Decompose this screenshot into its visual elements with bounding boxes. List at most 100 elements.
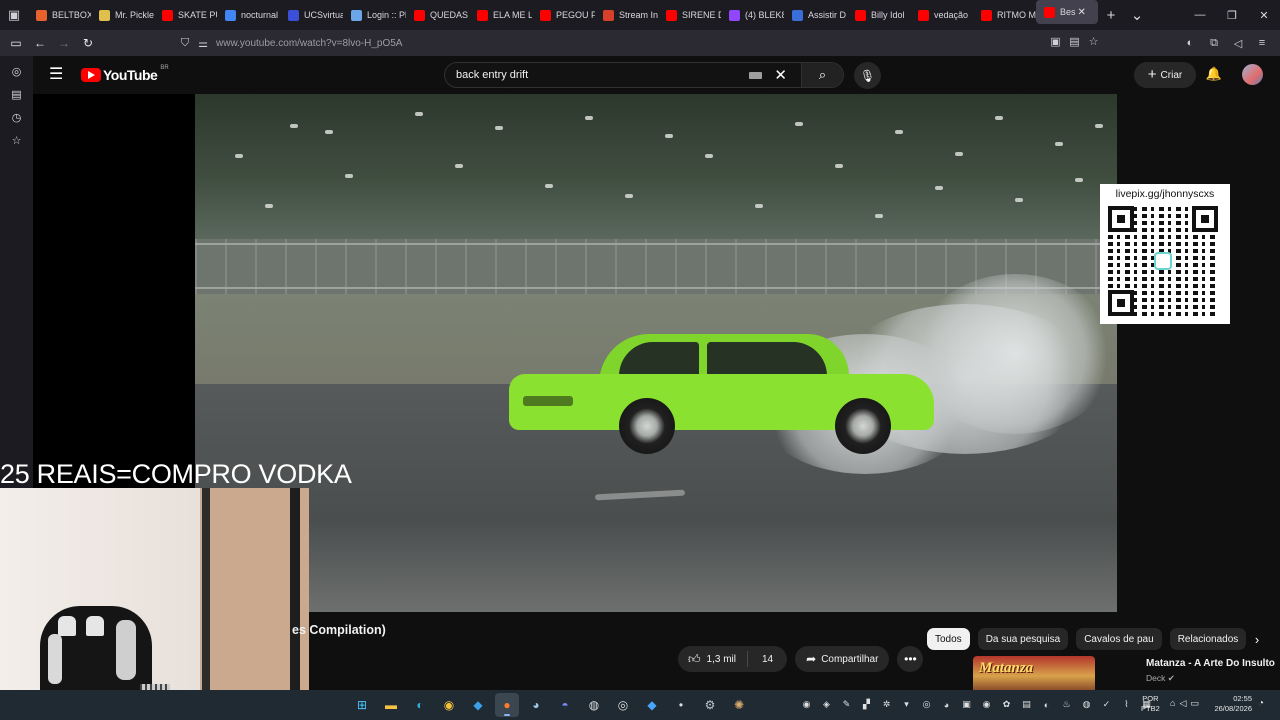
notifications-bell-icon[interactable]: 🔔 [1205,65,1223,83]
tray-icon[interactable]: ⌇ [1120,698,1133,711]
chips-next-chevron-icon[interactable]: › [1247,629,1267,649]
settings-gear-icon[interactable]: ⚙ [698,693,722,717]
tray-icon[interactable]: ◈ [820,698,833,711]
tray-icon[interactable]: ◉ [800,698,813,711]
tray-icon[interactable]: ▾ [900,698,913,711]
browser-tab[interactable]: SKATE PU [154,0,217,30]
tray-icon[interactable]: ✿ [1000,698,1013,711]
chrome-icon[interactable]: ◉ [437,693,461,717]
unreal-icon[interactable]: ◎ [611,693,635,717]
game-app-icon[interactable]: ✺ [727,693,751,717]
related-channel[interactable]: Deck ✔ [1146,673,1175,684]
input-language[interactable]: POR PTB2 [1141,694,1160,714]
filter-chip[interactable]: Todos [927,628,970,650]
history-icon[interactable]: ◷ [0,106,33,129]
tray-icon[interactable]: ✓ [1100,698,1113,711]
url-text[interactable]: www.youtube.com/watch?v=8lvo-H_pO5A [216,38,402,49]
tray-icon[interactable]: ▣ [960,698,973,711]
browser-tab[interactable]: Billy Idol [847,0,910,30]
avatar[interactable] [1242,64,1263,85]
tray-icon[interactable]: ◎ [920,698,933,711]
keyboard-icon[interactable] [749,71,763,79]
back-button[interactable]: ← [28,30,52,56]
extensions-icon[interactable]: ⧉ [1202,30,1226,56]
browser-tab[interactable]: (4) BLEK8 [721,0,784,30]
obs-icon[interactable]: ◍ [582,693,606,717]
network-volume-icons[interactable]: ⌂ ◁ ▭ [1170,698,1199,709]
browser-app-icon[interactable]: ◆ [640,693,664,717]
dislike-button[interactable]: 14 [748,654,787,665]
tray-icon[interactable]: ✎ [840,698,853,711]
youtube-logo[interactable]: YouTube BR [81,65,169,83]
tray-icon[interactable]: ◕ [940,698,953,711]
close-window-button[interactable]: ✕ [1248,0,1280,30]
list-tabs-chevron-icon[interactable]: ⌄ [1124,6,1150,24]
address-bar[interactable]: ⛉ ⚌ www.youtube.com/watch?v=8lvo-H_pO5A … [176,33,1100,53]
sidebar-toggle-icon[interactable]: ▭ [4,30,28,56]
browser-tab[interactable]: nocturnal [217,0,280,30]
browser-tab[interactable]: SIRENE D [658,0,721,30]
more-actions-icon[interactable]: ••• [897,646,924,672]
forward-button[interactable]: → [52,30,76,56]
video-frame[interactable] [195,94,1117,612]
tray-icon[interactable]: ◍ [1080,698,1093,711]
bookmark-star-icon[interactable]: ☆ [1087,35,1100,48]
create-button[interactable]: + Criar [1134,62,1196,88]
file-explorer-icon[interactable]: ▬ [379,693,403,717]
related-thumbnail[interactable]: Matanza [973,656,1095,690]
browser-tab[interactable]: BELTBOX [28,0,91,30]
browser-tab[interactable]: UCSvirtua [280,0,343,30]
reload-button[interactable]: ↻ [76,30,100,56]
ai-chat-icon[interactable]: ◎ [0,60,33,83]
bookmarks-icon[interactable]: ☆ [0,129,33,152]
menu-icon[interactable]: ≡ [1250,30,1274,56]
system-clock[interactable]: 02:55 26/08/2026 [1208,694,1252,714]
new-tab-button[interactable]: + [1098,7,1124,24]
share-button[interactable]: ➦ Compartilhar [795,646,890,672]
browser-tab[interactable]: PEGOU FC [532,0,595,30]
picture-in-picture-icon[interactable]: ▣ [1049,35,1062,48]
reader-view-icon[interactable]: ▤ [1068,35,1081,48]
start-menu-icon[interactable]: ⊞ [350,693,374,717]
permissions-icon[interactable]: ⚌ [194,37,212,50]
search-input[interactable]: back entry drift [456,69,749,81]
tray-icon[interactable]: ◉ [980,698,993,711]
notification-center-icon[interactable]: ◔ [1258,698,1264,709]
minimize-button[interactable]: — [1184,0,1216,30]
tray-icon[interactable]: ◐ [1040,698,1053,711]
related-video-item[interactable]: Matanza Matanza - A Arte Do Insulto Deck… [927,656,1280,690]
steam-icon[interactable]: ◕ [524,693,548,717]
browser-tab[interactable]: RITMO M [973,0,1036,30]
filter-chip[interactable]: Cavalos de pau [1076,628,1162,650]
search-button[interactable]: ⌕ [801,63,843,87]
browser-tab[interactable]: vedação [910,0,973,30]
browser-tab[interactable]: Login :: Pl [343,0,406,30]
audio-icon[interactable]: ◁ [1226,30,1250,56]
tray-icon[interactable]: ▞ [860,698,873,711]
like-button[interactable]: 👍︎ 1,3 mil [678,651,748,667]
tab-overview-icon[interactable]: ▣ [0,0,28,30]
filter-chip[interactable]: Da sua pesquisa [977,628,1069,650]
browser-tab[interactable]: Mr. Pickle [91,0,154,30]
browser-tab[interactable]: ELA ME LI [469,0,532,30]
filter-chip[interactable]: Relacionados [1169,628,1247,650]
browser-tab[interactable]: Assistir D [784,0,847,30]
firefox-icon[interactable]: ● [495,693,519,717]
edge-icon[interactable]: ◐ [408,693,432,717]
browser-tab[interactable]: QUEDAS [406,0,469,30]
browser-tab[interactable]: Stream In [595,0,658,30]
voice-search-icon[interactable]: 🎙 [854,62,881,89]
account-icon[interactable]: ◐ [1178,30,1202,56]
tray-icon[interactable]: ♨ [1060,698,1073,711]
discord-icon[interactable]: ◓ [553,693,577,717]
synced-tabs-icon[interactable]: ▤ [0,83,33,106]
vscode-icon[interactable]: ◆ [466,693,490,717]
tray-icon[interactable]: ✲ [880,698,893,711]
guide-menu-icon[interactable]: ☰ [49,66,65,84]
related-title[interactable]: Matanza - A Arte Do Insulto [1146,658,1275,669]
close-tab-icon[interactable]: ✕ [1078,7,1086,18]
restore-button[interactable]: ❐ [1216,0,1248,30]
tab-active[interactable]: Bes ✕ [1036,0,1098,24]
clear-search-icon[interactable]: ✕ [774,66,787,84]
tray-icon[interactable]: ▤ [1020,698,1033,711]
